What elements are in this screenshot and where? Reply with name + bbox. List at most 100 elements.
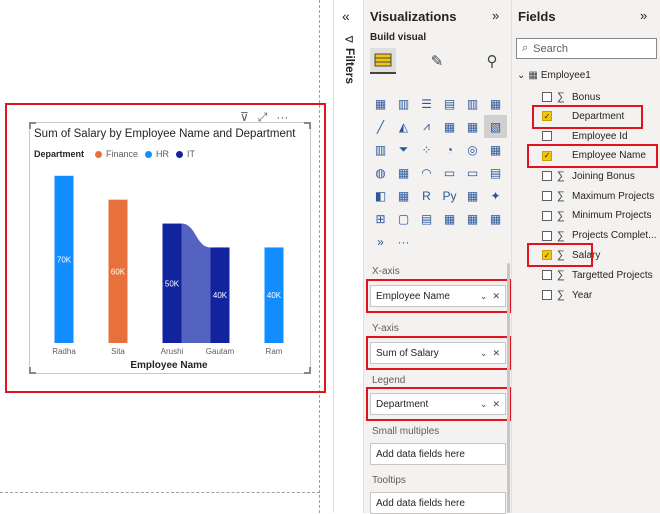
filters-label[interactable]: Filters bbox=[343, 48, 357, 84]
visual-type-icon[interactable]: ⩘ bbox=[415, 115, 438, 138]
canvas-bottom-edge bbox=[0, 492, 320, 493]
visual-type-icon[interactable]: ▭ bbox=[461, 161, 484, 184]
visual-type-icon[interactable]: ▢ bbox=[392, 207, 415, 230]
visual-type-icon[interactable]: ◎ bbox=[461, 138, 484, 161]
field-name: Projects Complet... bbox=[572, 230, 657, 242]
x-axis-title: Employee Name bbox=[130, 360, 208, 371]
visual-type-icon[interactable]: ◧ bbox=[369, 184, 392, 207]
field-checkbox[interactable] bbox=[542, 270, 552, 281]
visual-type-icon[interactable]: ▦ bbox=[392, 184, 415, 207]
visual-type-icon[interactable]: ⁘ bbox=[415, 138, 438, 161]
field-checkbox[interactable] bbox=[542, 230, 552, 241]
sigma-icon: ∑ bbox=[557, 190, 565, 202]
sigma-icon: ∑ bbox=[557, 209, 565, 222]
search-icon: ⌕ bbox=[522, 42, 529, 54]
visual-type-icon[interactable]: ▦ bbox=[484, 92, 507, 115]
field-item[interactable]: ∑ Maximum Projects bbox=[542, 190, 654, 202]
field-item[interactable]: ∑ Year bbox=[542, 289, 592, 301]
visual-type-icon[interactable]: ▤ bbox=[484, 161, 507, 184]
data-label: 50K bbox=[165, 279, 180, 288]
visualizations-title: Visualizations bbox=[370, 9, 457, 24]
visual-type-icon[interactable]: ☰ bbox=[415, 92, 438, 115]
employee-name-highlight bbox=[527, 144, 658, 168]
visual-type-icon[interactable]: ▦ bbox=[461, 115, 484, 138]
x-tick-label: Arushi bbox=[161, 347, 184, 356]
magnifier-analytics-icon: ⚲ bbox=[486, 53, 498, 70]
x-tick-label: Gautam bbox=[206, 347, 235, 356]
visual-type-icon[interactable]: ⊞ bbox=[369, 207, 392, 230]
visual-type-icon[interactable]: ⏷ bbox=[392, 138, 415, 161]
visualizations-pane: Visualizations » Build visual ✎ ⚲ ▦ ▥ ☰ ▤ ▥ ▦… bbox=[363, 0, 512, 514]
more-visuals-icon[interactable]: ··· bbox=[392, 230, 415, 253]
visual-type-icon[interactable]: ▦ bbox=[484, 207, 507, 230]
table-name: Employee1 bbox=[540, 70, 591, 81]
visual-type-icon[interactable]: ▦ bbox=[484, 138, 507, 161]
visual-type-icon[interactable]: ▦ bbox=[461, 207, 484, 230]
ribbon-it[interactable] bbox=[181, 223, 211, 343]
ribbon-chart-icon[interactable]: ▧ bbox=[484, 115, 507, 138]
field-name: Minimum Projects bbox=[572, 210, 652, 222]
visual-type-icon[interactable]: ◔ bbox=[438, 138, 461, 161]
small-multiples-label: Small multiples bbox=[372, 426, 440, 437]
visual-type-icon[interactable]: ▭ bbox=[438, 161, 461, 184]
visual-type-icon[interactable]: ▦ bbox=[392, 161, 415, 184]
bar-chart-plot[interactable]: 70K Radha 60K Sita 50K Arushi 40K Gautam 40K Ram E… bbox=[30, 158, 306, 374]
field-checkbox[interactable] bbox=[542, 210, 552, 221]
visual-type-icon[interactable]: ╱ bbox=[369, 115, 392, 138]
more-options-icon[interactable]: ··· bbox=[276, 110, 288, 125]
visualizations-scrollbar[interactable] bbox=[507, 263, 510, 513]
build-visual-tab[interactable] bbox=[370, 48, 396, 74]
visual-type-icon[interactable]: ▦ bbox=[369, 92, 392, 115]
field-checkbox[interactable] bbox=[542, 92, 552, 102]
visual-type-icon[interactable]: ◭ bbox=[392, 115, 415, 138]
visual-type-icon[interactable]: ▥ bbox=[392, 92, 415, 115]
visual-type-icon[interactable]: ▥ bbox=[369, 138, 392, 161]
x-tick-label: Ram bbox=[266, 347, 283, 356]
visual-type-icon[interactable]: ▦ bbox=[461, 184, 484, 207]
visual-type-icon[interactable]: ◍ bbox=[369, 161, 392, 184]
visual-type-icon[interactable]: R bbox=[415, 184, 438, 207]
visual-type-icon[interactable]: ✦ bbox=[484, 184, 507, 207]
field-checkbox[interactable] bbox=[542, 171, 552, 182]
visual-type-icon[interactable]: Py bbox=[438, 184, 461, 207]
small-multiples-placeholder: Add data fields here bbox=[376, 448, 465, 460]
field-item[interactable]: ∑ Minimum Projects bbox=[542, 210, 651, 222]
expand-visualizations-icon[interactable]: » bbox=[492, 8, 499, 23]
visual-type-icon[interactable]: ▤ bbox=[415, 207, 438, 230]
field-item[interactable]: Employee Id bbox=[542, 131, 628, 142]
field-item[interactable]: ∑ Projects Complet... bbox=[542, 230, 656, 242]
table-node-employee1[interactable]: ⌄ ▦ Employee1 bbox=[517, 70, 591, 81]
focus-mode-icon[interactable]: ⤢ bbox=[258, 110, 268, 125]
visual-type-icon[interactable]: ▥ bbox=[461, 92, 484, 115]
field-item[interactable]: ∑ Targetted Projects bbox=[542, 269, 653, 281]
visual-type-icon[interactable]: » bbox=[369, 230, 392, 253]
collapse-filters-icon[interactable]: « bbox=[342, 8, 350, 24]
resize-handle-tr[interactable] bbox=[304, 122, 311, 129]
field-item[interactable]: ∑ Bonus bbox=[542, 91, 600, 103]
legend-dot-it bbox=[176, 150, 184, 158]
format-visual-tab[interactable]: ✎ bbox=[424, 48, 450, 74]
visual-type-icon[interactable]: ▦ bbox=[438, 115, 461, 138]
field-name: Joining Bonus bbox=[572, 170, 635, 182]
field-item[interactable]: ∑ Joining Bonus bbox=[542, 170, 635, 182]
x-axis-highlight bbox=[366, 279, 512, 313]
fields-search-input[interactable]: ⌕ Search bbox=[516, 38, 657, 59]
visual-type-icon[interactable]: ◠ bbox=[415, 161, 438, 184]
small-multiples-well[interactable]: Add data fields here bbox=[370, 443, 506, 465]
analytics-tab[interactable]: ⚲ bbox=[479, 48, 505, 74]
field-checkbox[interactable] bbox=[542, 131, 552, 142]
visual-type-icon[interactable]: ▦ bbox=[438, 207, 461, 230]
legend-highlight bbox=[366, 387, 512, 421]
field-checkbox[interactable] bbox=[542, 290, 552, 300]
chevron-down-icon[interactable]: ⌄ bbox=[517, 70, 525, 81]
field-name: Year bbox=[572, 289, 593, 301]
visual-type-icon[interactable]: ▤ bbox=[438, 92, 461, 115]
field-checkbox[interactable] bbox=[542, 191, 552, 201]
filter-icon[interactable]: ⊽ bbox=[240, 110, 249, 125]
chart-title: Sum of Salary by Employee Name and Depar… bbox=[34, 128, 296, 140]
fields-grid-icon bbox=[374, 53, 392, 67]
data-label: 60K bbox=[111, 267, 126, 276]
tooltips-well[interactable]: Add data fields here bbox=[370, 492, 506, 514]
sigma-icon: ∑ bbox=[557, 170, 565, 183]
expand-fields-icon[interactable]: » bbox=[640, 8, 647, 23]
